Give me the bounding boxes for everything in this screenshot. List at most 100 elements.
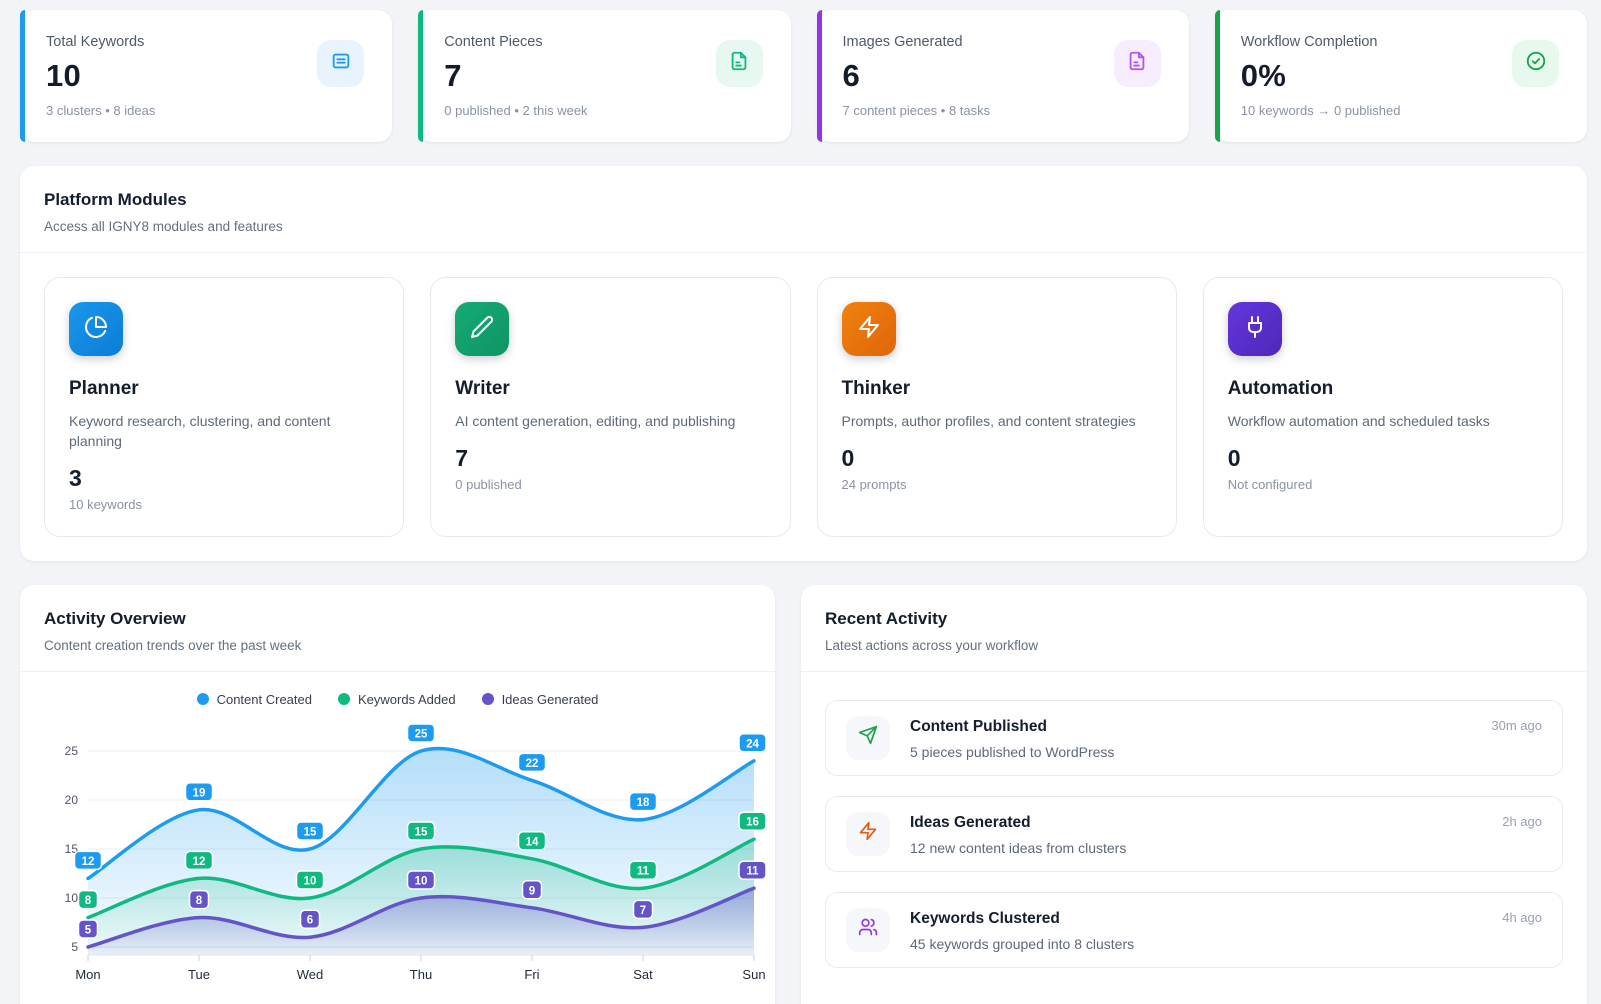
svg-text:12: 12 xyxy=(193,856,206,868)
legend-label: Content Created xyxy=(217,692,312,707)
recent-activity-panel: Recent Activity Latest actions across yo… xyxy=(801,585,1587,1004)
svg-text:Mon: Mon xyxy=(75,967,100,982)
svg-text:5: 5 xyxy=(71,940,78,954)
legend-label: Ideas Generated xyxy=(502,692,599,707)
recent-panel-subtitle: Latest actions across your workflow xyxy=(825,638,1563,653)
modules-panel-header: Platform Modules Access all IGNY8 module… xyxy=(20,166,1587,253)
stat-icon-chip xyxy=(317,40,364,87)
svg-text:8: 8 xyxy=(85,895,92,907)
svg-text:11: 11 xyxy=(746,865,759,877)
module-name: Automation xyxy=(1228,378,1538,400)
module-card[interactable]: Planner Keyword research, clustering, an… xyxy=(44,277,404,537)
svg-text:25: 25 xyxy=(65,744,79,758)
module-stat-value: 0 xyxy=(1228,445,1538,472)
svg-text:10: 10 xyxy=(415,875,428,887)
platform-modules-panel: Platform Modules Access all IGNY8 module… xyxy=(20,166,1587,561)
svg-text:22: 22 xyxy=(526,758,539,770)
activity-item-title: Ideas Generated xyxy=(910,814,1502,832)
module-icon-tile xyxy=(842,302,896,356)
module-stat-value: 0 xyxy=(842,445,1152,472)
activity-chart-svg: 510152025MonTueWedThuFriSatSun1219152522… xyxy=(32,711,767,1003)
stat-card: Total Keywords 10 3 clusters • 8 ideas xyxy=(20,10,392,142)
activity-icon-chip xyxy=(846,716,890,760)
activity-item[interactable]: Keywords Clustered 45 keywords grouped i… xyxy=(825,892,1563,968)
recent-activity-list: Content Published 5 pieces published to … xyxy=(801,672,1587,996)
svg-text:14: 14 xyxy=(526,836,539,848)
activity-timestamp: 2h ago xyxy=(1502,814,1542,829)
activity-timestamp: 4h ago xyxy=(1502,910,1542,925)
svg-text:9: 9 xyxy=(529,885,535,897)
dashboard-page: Total Keywords 10 3 clusters • 8 ideas C… xyxy=(0,0,1601,1004)
activity-icon-chip xyxy=(846,908,890,952)
module-stat-sub: 0 published xyxy=(455,477,765,492)
svg-text:12: 12 xyxy=(82,856,95,868)
svg-text:Wed: Wed xyxy=(297,967,324,982)
stat-card: Content Pieces 7 0 published • 2 this we… xyxy=(418,10,790,142)
module-card[interactable]: Automation Workflow automation and sched… xyxy=(1203,277,1563,537)
module-stat-sub: Not configured xyxy=(1228,477,1538,492)
svg-text:5: 5 xyxy=(85,924,92,936)
stat-icon-chip xyxy=(1512,40,1559,87)
activity-item[interactable]: Ideas Generated 12 new content ideas fro… xyxy=(825,796,1563,872)
activity-item-title: Content Published xyxy=(910,718,1491,736)
file-text-icon xyxy=(1126,50,1148,77)
svg-text:15: 15 xyxy=(415,826,428,838)
stat-accent-bar xyxy=(418,10,423,142)
module-icon-tile xyxy=(1228,302,1282,356)
svg-text:6: 6 xyxy=(307,914,313,926)
activity-item[interactable]: Content Published 5 pieces published to … xyxy=(825,700,1563,776)
activity-item-description: 45 keywords grouped into 8 clusters xyxy=(910,936,1502,952)
stat-icon-chip xyxy=(716,40,763,87)
legend-dot xyxy=(197,693,209,705)
modules-panel-title: Platform Modules xyxy=(44,190,1563,210)
stat-accent-bar xyxy=(20,10,25,142)
module-card[interactable]: Writer AI content generation, editing, a… xyxy=(430,277,790,537)
stat-icon-chip xyxy=(1114,40,1161,87)
svg-text:7: 7 xyxy=(640,905,646,917)
activity-item-description: 5 pieces published to WordPress xyxy=(910,744,1491,760)
stat-sub: 3 clusters • 8 ideas xyxy=(46,103,366,118)
module-name: Planner xyxy=(69,378,379,400)
svg-text:16: 16 xyxy=(746,816,759,828)
module-description: Workflow automation and scheduled tasks xyxy=(1228,412,1538,432)
svg-text:Sun: Sun xyxy=(742,967,765,982)
svg-text:Sat: Sat xyxy=(633,967,653,982)
legend-label: Keywords Added xyxy=(358,692,456,707)
file-text-icon xyxy=(728,50,750,77)
stat-card: Workflow Completion 0% 10 keywords → 0 p… xyxy=(1215,10,1587,142)
svg-text:10: 10 xyxy=(65,891,79,905)
module-icon-tile xyxy=(455,302,509,356)
stat-accent-bar xyxy=(817,10,822,142)
module-icon-tile xyxy=(69,302,123,356)
zap-icon xyxy=(857,315,881,344)
activity-item-description: 12 new content ideas from clusters xyxy=(910,840,1502,856)
modules-panel-subtitle: Access all IGNY8 modules and features xyxy=(44,219,1563,234)
module-name: Writer xyxy=(455,378,765,400)
activity-panel-title: Activity Overview xyxy=(44,609,751,629)
plug-icon xyxy=(1243,315,1267,344)
module-stat-sub: 10 keywords xyxy=(69,497,379,512)
stat-card: Images Generated 6 7 content pieces • 8 … xyxy=(817,10,1189,142)
svg-text:15: 15 xyxy=(304,826,317,838)
svg-text:8: 8 xyxy=(196,895,203,907)
activity-item-title: Keywords Clustered xyxy=(910,910,1502,928)
module-stat-sub: 24 prompts xyxy=(842,477,1152,492)
activity-item-body: Keywords Clustered 45 keywords grouped i… xyxy=(910,908,1502,952)
check-circle-icon xyxy=(1525,50,1547,77)
activity-overview-panel: Activity Overview Content creation trend… xyxy=(20,585,775,1004)
svg-text:25: 25 xyxy=(415,728,428,740)
module-stat-value: 3 xyxy=(69,465,379,492)
pencil-icon xyxy=(470,315,494,344)
pie-chart-icon xyxy=(84,315,108,344)
stat-sub: 10 keywords → 0 published xyxy=(1241,103,1561,118)
module-card[interactable]: Thinker Prompts, author profiles, and co… xyxy=(817,277,1177,537)
svg-text:24: 24 xyxy=(746,738,759,750)
modules-grid: Planner Keyword research, clustering, an… xyxy=(20,253,1587,561)
legend-item: Content Created xyxy=(197,692,312,707)
bottom-row: Activity Overview Content creation trend… xyxy=(20,585,1587,1004)
stat-sub: 7 content pieces • 8 tasks xyxy=(843,103,1163,118)
module-description: Keyword research, clustering, and conten… xyxy=(69,412,379,452)
svg-text:11: 11 xyxy=(637,865,650,877)
svg-text:19: 19 xyxy=(193,787,206,799)
module-description: Prompts, author profiles, and content st… xyxy=(842,412,1152,432)
